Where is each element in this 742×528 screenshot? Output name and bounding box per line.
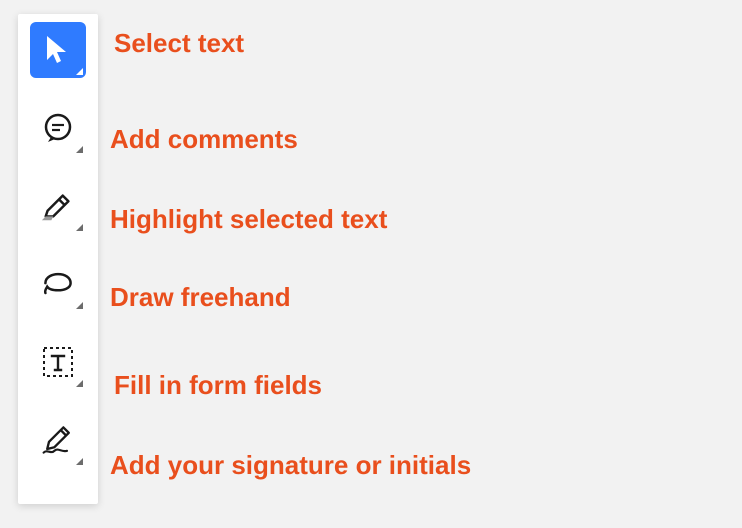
add-comments-label: Add comments [110,124,298,155]
highlight-label: Highlight selected text [110,204,387,235]
dropdown-indicator-icon [76,146,83,153]
dropdown-indicator-icon [76,458,83,465]
add-signature-label: Add your signature or initials [110,450,471,481]
highlight-text-button[interactable] [30,178,86,234]
annotation-toolbar [18,14,98,504]
cursor-icon [40,32,76,68]
highlighter-icon [40,188,76,224]
fill-form-button[interactable] [30,334,86,390]
dropdown-indicator-icon [76,302,83,309]
dropdown-indicator-icon [76,380,83,387]
select-text-button[interactable] [30,22,86,78]
comment-icon [40,110,76,146]
signature-icon [40,422,76,458]
fill-form-label: Fill in form fields [114,370,322,401]
add-signature-button[interactable] [30,412,86,468]
draw-freehand-button[interactable] [30,256,86,312]
add-comment-button[interactable] [30,100,86,156]
lasso-icon [40,266,76,302]
dropdown-indicator-icon [76,68,83,75]
dropdown-indicator-icon [76,224,83,231]
draw-freehand-label: Draw freehand [110,282,291,313]
select-text-label: Select text [114,28,244,59]
text-field-icon [40,344,76,380]
